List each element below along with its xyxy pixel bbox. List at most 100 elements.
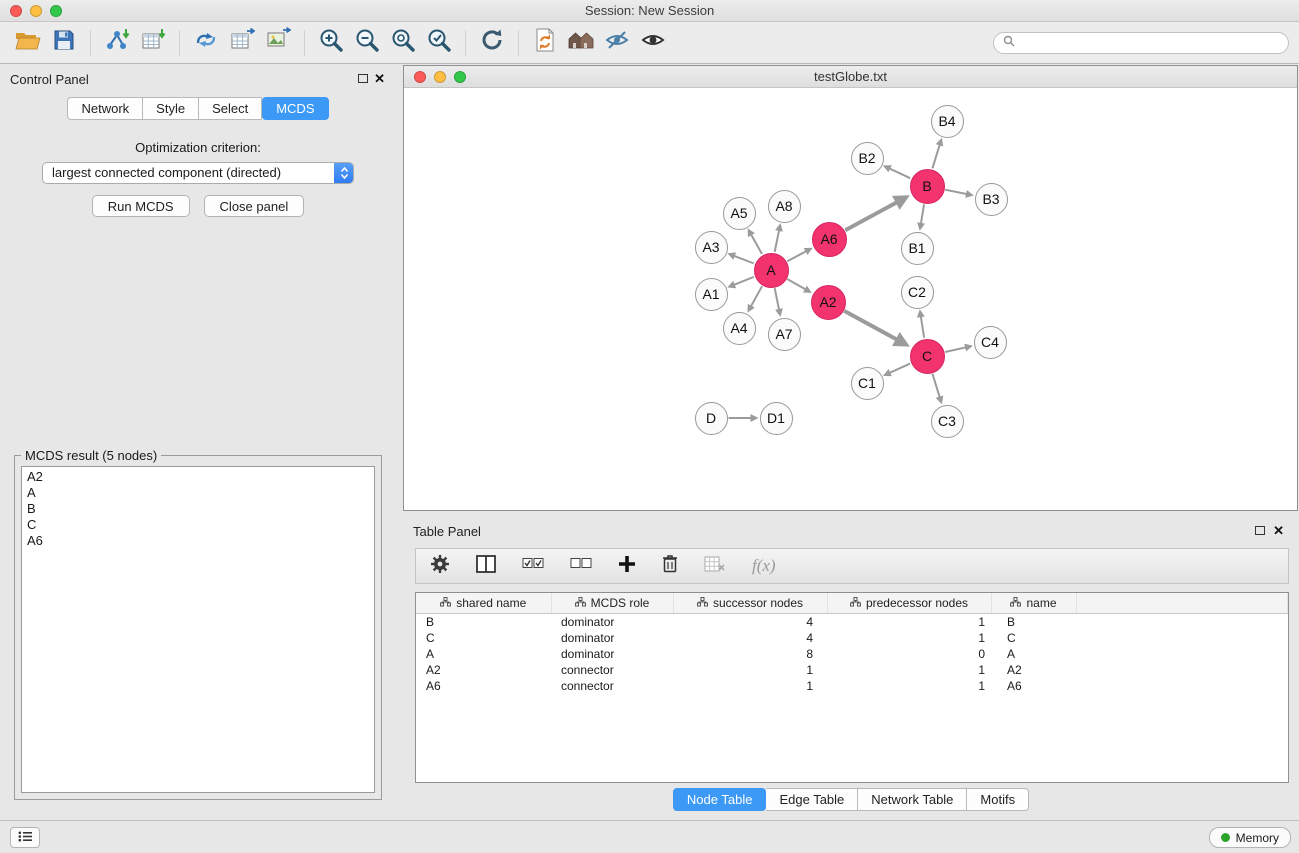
graph-edge-C-C3[interactable] [932, 374, 939, 398]
tab-mcds[interactable]: MCDS [262, 97, 328, 120]
graph-edge-A-A2[interactable] [787, 279, 806, 289]
network-canvas[interactable]: B4B2BB3A5A8A6A3B1AC2A1A2A4A7C4CC1DD1C3 [404, 88, 1297, 510]
graph-node-D1[interactable]: D1 [760, 402, 793, 435]
graph-node-A1[interactable]: A1 [695, 278, 728, 311]
mcds-result-item[interactable]: A6 [27, 533, 369, 549]
tab-style[interactable]: Style [143, 97, 199, 120]
export-image-button[interactable] [260, 26, 296, 60]
tab-select[interactable]: Select [199, 97, 262, 120]
graph-node-A8[interactable]: A8 [768, 190, 801, 223]
graph-edge-A-A8[interactable] [775, 230, 779, 252]
graph-node-A3[interactable]: A3 [695, 231, 728, 264]
import-table-button[interactable] [135, 26, 171, 60]
graph-node-C3[interactable]: C3 [931, 405, 964, 438]
table-float-panel-icon[interactable] [1255, 526, 1265, 535]
search-field[interactable] [993, 32, 1289, 54]
graph-node-A4[interactable]: A4 [723, 312, 756, 345]
zoom-selected-button[interactable] [421, 26, 457, 60]
table-row[interactable]: A2connector11A2 [416, 662, 1288, 678]
column-header-name[interactable]: name [991, 593, 1076, 613]
close-window-button[interactable] [10, 5, 22, 17]
tab-network[interactable]: Network [67, 97, 143, 120]
apply-layout-button[interactable] [474, 26, 510, 60]
graph-edge-C-C4[interactable] [945, 347, 966, 352]
delete-column-button[interactable] [662, 554, 678, 578]
criterion-dropdown[interactable]: largest connected component (directed) [42, 162, 354, 184]
table-row[interactable]: A6connector11A6 [416, 678, 1288, 694]
graph-node-C4[interactable]: C4 [974, 326, 1007, 359]
float-panel-icon[interactable] [358, 74, 368, 83]
close-panel-button[interactable]: Close panel [204, 195, 305, 217]
zoom-in-button[interactable] [313, 26, 349, 60]
column-header-shared-name[interactable]: shared name [416, 593, 551, 613]
graph-edge-C-C2[interactable] [921, 316, 924, 338]
home-button[interactable] [563, 26, 599, 60]
network-zoom-button[interactable] [454, 71, 466, 83]
close-panel-icon[interactable]: ✕ [374, 71, 385, 87]
graph-edge-B-B4[interactable] [932, 144, 939, 168]
graph-node-A7[interactable]: A7 [768, 318, 801, 351]
graph-node-D[interactable]: D [695, 402, 728, 435]
tab-network-table[interactable]: Network Table [858, 788, 967, 811]
column-header-successor-nodes[interactable]: successor nodes [673, 593, 827, 613]
graph-node-A2[interactable]: A2 [811, 285, 846, 320]
show-panels-button[interactable] [10, 827, 40, 848]
network-close-button[interactable] [414, 71, 426, 83]
graph-node-C1[interactable]: C1 [851, 367, 884, 400]
graph-edge-A-A7[interactable] [775, 288, 779, 310]
graph-node-B3[interactable]: B3 [975, 183, 1008, 216]
deselect-all-button[interactable] [570, 557, 592, 575]
table-row[interactable]: Bdominator41B [416, 613, 1288, 630]
graph-edge-A-A4[interactable] [751, 286, 762, 306]
graph-edge-B-B2[interactable] [889, 168, 910, 178]
graph-node-C[interactable]: C [910, 339, 945, 374]
column-header-predecessor-nodes[interactable]: predecessor nodes [827, 593, 991, 613]
tab-edge-table[interactable]: Edge Table [766, 788, 858, 811]
table-row[interactable]: Cdominator41C [416, 630, 1288, 646]
graph-edge-A-A3[interactable] [734, 256, 754, 264]
save-session-button[interactable] [46, 26, 82, 60]
minimize-window-button[interactable] [30, 5, 42, 17]
graph-node-B1[interactable]: B1 [901, 232, 934, 265]
graph-node-A6[interactable]: A6 [812, 222, 847, 257]
table-settings-button[interactable] [430, 554, 450, 579]
export-table-button[interactable] [224, 26, 260, 60]
memory-button[interactable]: Memory [1209, 827, 1291, 848]
node-table[interactable]: shared nameMCDS rolesuccessor nodesprede… [415, 592, 1289, 783]
add-column-button[interactable] [618, 555, 636, 578]
run-mcds-button[interactable]: Run MCDS [92, 195, 190, 217]
open-session-button[interactable] [10, 26, 46, 60]
export-network-button[interactable] [188, 26, 224, 60]
graph-edge-A6-B[interactable] [845, 202, 897, 230]
column-header-mcds-role[interactable]: MCDS role [551, 593, 673, 613]
graph-node-C2[interactable]: C2 [901, 276, 934, 309]
table-close-panel-icon[interactable]: ✕ [1273, 523, 1284, 539]
function-builder-button[interactable]: f(x) [752, 556, 776, 576]
zoom-window-button[interactable] [50, 5, 62, 17]
mcds-result-item[interactable]: C [27, 517, 369, 533]
show-details-button[interactable] [635, 26, 671, 60]
graph-node-B4[interactable]: B4 [931, 105, 964, 138]
delete-table-button[interactable] [704, 556, 726, 577]
import-network-button[interactable] [99, 26, 135, 60]
graph-edge-B-B3[interactable] [945, 190, 967, 194]
graph-edge-A-A5[interactable] [751, 234, 762, 254]
select-all-button[interactable] [522, 557, 544, 575]
table-row[interactable]: Adominator80A [416, 646, 1288, 662]
graph-edge-B-B1[interactable] [921, 204, 924, 224]
tab-motifs[interactable]: Motifs [967, 788, 1029, 811]
mcds-result-list[interactable]: A2ABCA6 [21, 466, 375, 793]
mcds-result-item[interactable]: B [27, 501, 369, 517]
zoom-fit-button[interactable] [385, 26, 421, 60]
graph-node-A[interactable]: A [754, 253, 789, 288]
graph-edge-A2-C[interactable] [844, 311, 897, 340]
zoom-out-button[interactable] [349, 26, 385, 60]
graph-edge-A-A1[interactable] [734, 277, 754, 285]
graph-node-B2[interactable]: B2 [851, 142, 884, 175]
graph-node-A5[interactable]: A5 [723, 197, 756, 230]
file-sync-button[interactable] [527, 26, 563, 60]
mcds-result-item[interactable]: A [27, 485, 369, 501]
search-input[interactable] [1020, 36, 1279, 50]
graph-edge-C-C1[interactable] [889, 364, 910, 373]
graph-edge-A-A6[interactable] [787, 251, 806, 261]
